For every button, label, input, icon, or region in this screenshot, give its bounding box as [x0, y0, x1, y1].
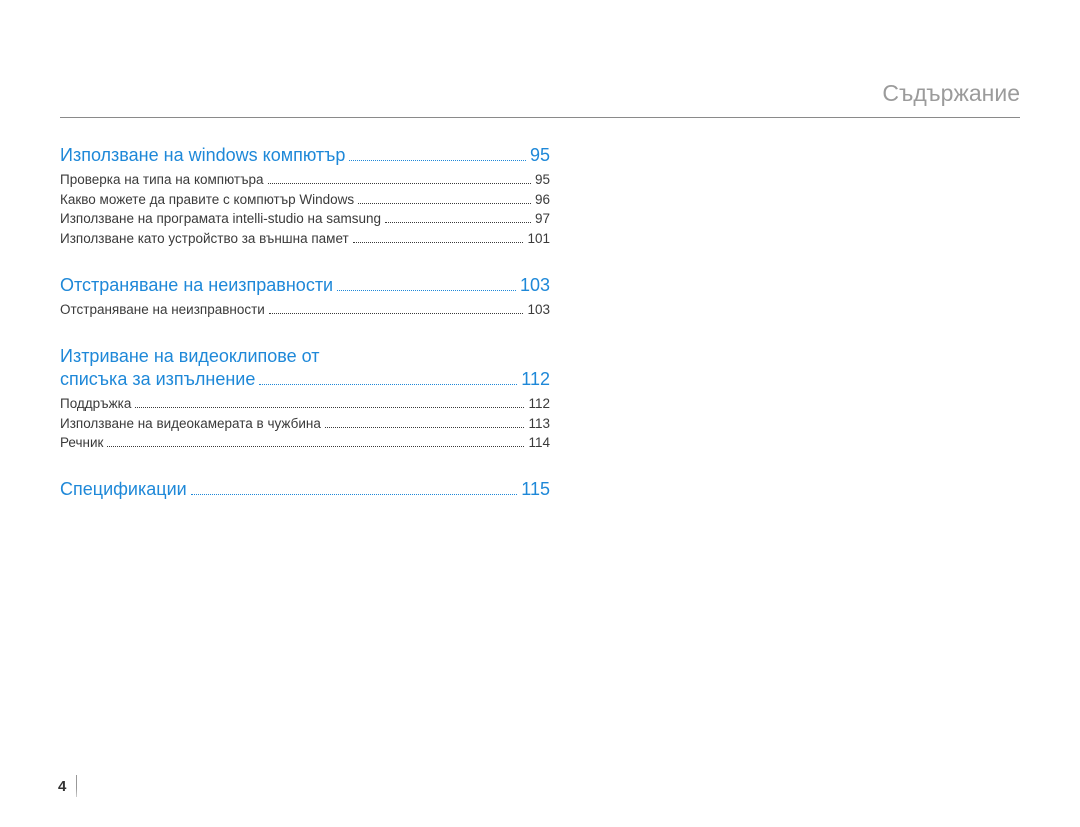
sub-label: Използване като устройство за външна пам… — [60, 230, 349, 248]
toc-column: Използване на windows компютър 95 Провер… — [60, 140, 550, 527]
toc-section: Използване на windows компютър 95 Провер… — [60, 144, 550, 248]
toc-sub-item[interactable]: Поддръжка 112 — [60, 395, 550, 413]
toc-sub-item[interactable]: Използване на програмата intelli-studio … — [60, 210, 550, 228]
leader — [337, 275, 516, 290]
sub-page: 95 — [535, 171, 550, 189]
toc-section-heading[interactable]: Използване на windows компютър 95 — [60, 144, 550, 167]
toc-section-heading-line2[interactable]: списъка за изпълнение 112 — [60, 368, 550, 391]
page-number: 4 — [58, 778, 66, 795]
section-title: Отстраняване на неизправности — [60, 274, 333, 297]
toc-sub-item[interactable]: Проверка на типа на компютъра 95 — [60, 171, 550, 189]
leader — [325, 416, 525, 427]
toc-section-heading[interactable]: Спецификации 115 — [60, 478, 550, 501]
page-footer: 4 — [58, 775, 77, 797]
sub-label: Проверка на типа на компютъра — [60, 171, 264, 189]
toc-section-heading[interactable]: Отстраняване на неизправности 103 — [60, 274, 550, 297]
sub-label: Речник — [60, 434, 103, 452]
sub-page: 97 — [535, 210, 550, 228]
sub-page: 112 — [528, 395, 550, 413]
toc-section-heading-line1[interactable]: Изтриване на видеоклипове от — [60, 345, 550, 368]
sub-label: Поддръжка — [60, 395, 131, 413]
page: Съдържание Използване на windows компютъ… — [0, 0, 1080, 827]
toc-sub-item[interactable]: Речник 114 — [60, 434, 550, 452]
section-title: Използване на windows компютър — [60, 144, 345, 167]
leader — [135, 397, 524, 408]
toc-sub-item[interactable]: Използване на видеокамерата в чужбина 11… — [60, 415, 550, 433]
sub-label: Използване на видеокамерата в чужбина — [60, 415, 321, 433]
footer-divider — [76, 775, 77, 797]
leader — [353, 232, 524, 243]
sub-page: 114 — [528, 434, 550, 452]
header-rule — [60, 117, 1020, 118]
toc-section: Изтриване на видеоклипове от списъка за … — [60, 345, 550, 452]
sub-page: 96 — [535, 191, 550, 209]
sub-label: Отстраняване на неизправности — [60, 301, 265, 319]
sub-page: 103 — [527, 301, 550, 319]
section-title-line2: списъка за изпълнение — [60, 368, 255, 391]
leader — [268, 173, 531, 184]
leader — [107, 436, 524, 447]
sub-page: 113 — [528, 415, 550, 433]
section-page: 103 — [520, 274, 550, 297]
section-title: Спецификации — [60, 478, 187, 501]
toc-section: Спецификации 115 — [60, 478, 550, 501]
toc-section: Отстраняване на неизправности 103 Отстра… — [60, 274, 550, 319]
leader — [349, 146, 526, 161]
section-title-line1: Изтриване на видеоклипове от — [60, 345, 320, 368]
toc-sub-item[interactable]: Използване като устройство за външна пам… — [60, 230, 550, 248]
leader — [358, 192, 531, 203]
section-page: 115 — [521, 478, 550, 501]
leader — [385, 212, 531, 223]
toc-sub-item[interactable]: Отстраняване на неизправности 103 — [60, 301, 550, 319]
section-page: 112 — [521, 368, 550, 391]
leader — [259, 370, 517, 385]
leader — [269, 303, 524, 314]
leader — [191, 480, 518, 495]
sub-page: 101 — [527, 230, 550, 248]
sub-label: Какво можете да правите с компютър Windo… — [60, 191, 354, 209]
header-title: Съдържание — [60, 80, 1020, 117]
toc-sub-item[interactable]: Какво можете да правите с компютър Windo… — [60, 191, 550, 209]
sub-label: Използване на програмата intelli-studio … — [60, 210, 381, 228]
section-page: 95 — [530, 144, 550, 167]
